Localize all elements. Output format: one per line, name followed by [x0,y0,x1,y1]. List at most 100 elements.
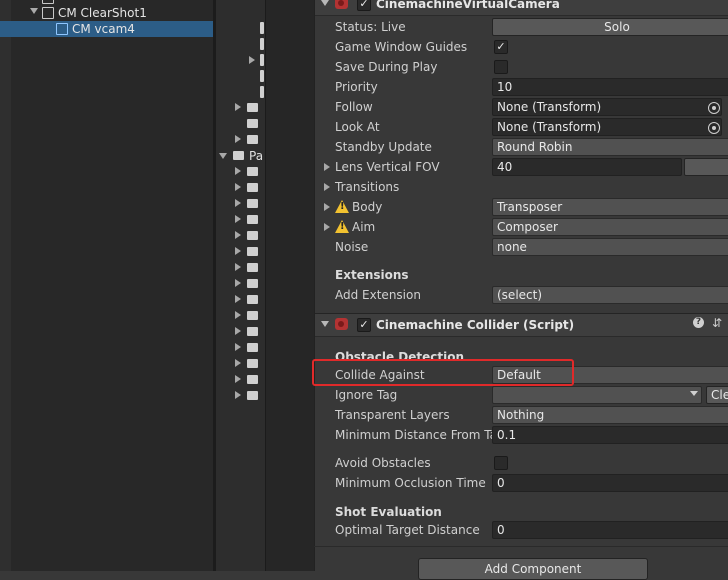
avoid-obstacles-checkbox[interactable] [494,456,508,470]
expand-arrow-icon[interactable] [235,199,241,207]
collider-component-header[interactable]: ✓ Cinemachine Collider (Script) ? ⇵ [315,313,728,337]
object-picker-icon[interactable] [708,102,720,114]
folder-icon[interactable] [247,135,258,144]
folder-icon[interactable] [247,263,258,272]
hierarchy-item-label: CM vcam4 [72,22,135,36]
folder-icon[interactable] [247,215,258,224]
noise-label: Noise [335,240,369,254]
component-enabled-checkbox[interactable]: ✓ [357,0,371,11]
standby-update-dropdown[interactable]: Round Robin [492,138,728,156]
folder-icon[interactable] [247,391,258,400]
optimal-distance-input[interactable]: 0 [492,521,728,539]
help-icon[interactable]: ? [693,317,704,328]
expand-arrow-icon[interactable] [235,103,241,111]
expand-arrow-icon[interactable] [235,183,241,191]
expand-arrow-icon[interactable] [324,163,330,171]
extensions-header: Extensions [335,268,409,282]
project-folder-tree: Pa [216,0,266,571]
folder-icon[interactable] [247,375,258,384]
expand-arrow-icon[interactable] [235,135,241,143]
body-dropdown[interactable]: Transposer [492,198,728,216]
look-at-field[interactable]: None (Transform) [492,118,722,136]
standby-update-label: Standby Update [335,140,432,154]
lens-fov-input[interactable]: 40 [492,158,682,176]
expand-arrow-icon[interactable] [235,343,241,351]
priority-input[interactable]: 10 [492,78,728,96]
ignore-tag-label: Ignore Tag [335,388,398,402]
expand-arrow-icon[interactable] [324,183,330,191]
transparent-layers-dropdown[interactable]: Nothing [492,406,728,424]
dropdown-arrow-icon [690,391,698,396]
expand-arrow-icon[interactable] [30,8,38,14]
expand-arrow-icon[interactable] [235,327,241,335]
folder-icon[interactable] [247,103,258,112]
fold-arrow-icon[interactable] [321,0,329,6]
hierarchy-item-clearshot[interactable]: CM ClearShot1 [0,5,213,21]
settings-icon[interactable]: ⇵ [712,315,722,331]
folder-icon[interactable] [247,167,258,176]
expand-arrow-icon[interactable] [219,153,227,159]
folder-icon[interactable] [247,279,258,288]
expand-arrow-icon[interactable] [235,279,241,287]
folder-icon[interactable] [247,247,258,256]
object-picker-icon[interactable] [708,122,720,134]
expand-arrow-icon[interactable] [235,375,241,383]
expand-arrow-icon[interactable] [235,295,241,303]
folder-icon[interactable] [247,295,258,304]
hierarchy-item-vcam4[interactable]: CM vcam4 [0,21,213,37]
game-window-guides-checkbox[interactable]: ✓ [494,40,508,54]
transitions-label[interactable]: Transitions [335,178,399,196]
expand-arrow-icon[interactable] [235,359,241,367]
save-during-play-label: Save During Play [335,60,438,74]
inspector-panel: ✓ CinemachineVirtualCamera Status: Live … [314,0,728,571]
expand-arrow-icon[interactable] [235,167,241,175]
folder-icon[interactable] [247,343,258,352]
save-during-play-checkbox[interactable] [494,60,508,74]
gameobject-icon [42,0,54,4]
folder-label[interactable]: Pa [249,148,263,164]
folder-icon[interactable] [247,359,258,368]
noise-dropdown[interactable]: none [492,238,728,256]
folder-icon[interactable] [260,86,264,98]
vcam-component-header[interactable]: ✓ CinemachineVirtualCamera [315,0,728,16]
min-distance-input[interactable]: 0.1 [492,426,728,444]
folder-icon[interactable] [247,119,258,128]
solo-button[interactable]: Solo [492,18,728,36]
expand-arrow-icon[interactable] [235,215,241,223]
folder-icon[interactable] [247,311,258,320]
expand-arrow-icon[interactable] [235,263,241,271]
folder-icon[interactable] [260,38,264,50]
expand-arrow-icon[interactable] [235,247,241,255]
camera-script-icon [335,0,348,9]
folder-icon[interactable] [247,183,258,192]
aim-label: Aim [352,220,376,234]
expand-arrow-icon[interactable] [324,203,330,211]
aim-dropdown[interactable]: Composer [492,218,728,236]
lens-preset-button[interactable] [684,158,728,176]
folder-icon[interactable] [260,22,264,34]
follow-field[interactable]: None (Transform) [492,98,722,116]
expand-arrow-icon[interactable] [249,56,255,64]
component-enabled-checkbox[interactable]: ✓ [357,318,371,332]
expand-arrow-icon[interactable] [235,391,241,399]
component-title: Cinemachine Collider (Script) [376,318,575,332]
expand-arrow-icon[interactable] [235,311,241,319]
expand-arrow-icon[interactable] [235,231,241,239]
game-window-guides-label: Game Window Guides [335,40,468,54]
folder-icon[interactable] [260,70,264,82]
add-extension-dropdown[interactable]: (select) [492,286,728,304]
folder-open-icon[interactable] [233,151,244,160]
ignore-tag-dropdown[interactable] [492,386,702,404]
folder-icon[interactable] [247,327,258,336]
folder-icon[interactable] [260,54,264,66]
clear-tag-button[interactable]: Cle [706,386,728,404]
min-occlusion-input[interactable]: 0 [492,474,728,492]
expand-arrow-icon[interactable] [324,223,330,231]
transparent-layers-label: Transparent Layers [335,408,450,422]
folder-icon[interactable] [247,231,258,240]
add-component-button[interactable]: Add Component [418,558,648,580]
look-at-label: Look At [335,120,380,134]
folder-icon[interactable] [247,199,258,208]
fold-arrow-icon[interactable] [321,321,329,327]
avoid-obstacles-label: Avoid Obstacles [335,456,431,470]
